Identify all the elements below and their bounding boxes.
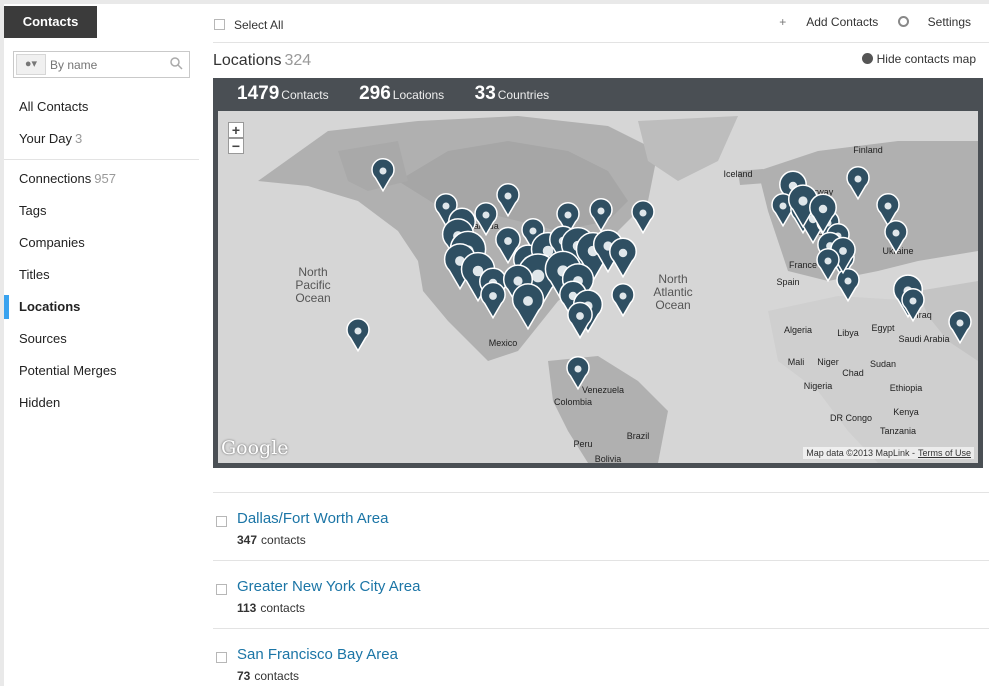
people-filter-button[interactable]: ●▾	[16, 54, 46, 75]
location-name-link[interactable]: Dallas/Fort Worth Area	[237, 510, 388, 527]
sidebar-nav-main: Connections 957 Tags Companies Titles Loc…	[4, 163, 199, 419]
sidebar-item-titles[interactable]: Titles	[4, 259, 199, 291]
toolbar: Select All + Add Contacts Settings	[213, 4, 989, 43]
stat-locations: 296 Locations	[359, 83, 445, 104]
settings-button[interactable]: Settings	[897, 15, 971, 29]
select-all-checkbox[interactable]	[214, 18, 225, 30]
map-label: Bolivia	[595, 454, 622, 463]
map-label: North Atlantic Ocean	[653, 272, 692, 312]
app-frame: Contacts ●▾ All Contacts Your Day3 Conne…	[4, 4, 989, 686]
row-checkbox[interactable]	[216, 516, 227, 527]
map-label: Mali	[788, 357, 805, 367]
toolbar-actions: + Add Contacts Settings	[763, 15, 971, 29]
map-label: Spain	[776, 277, 799, 287]
map-label: Tanzania	[880, 426, 916, 436]
map-zoom-control: + −	[228, 122, 244, 154]
map-label: Venezuela	[582, 385, 624, 395]
map-label: Niger	[817, 357, 839, 367]
row-checkbox[interactable]	[216, 584, 227, 595]
map-label: Sudan	[870, 359, 896, 369]
terms-of-use-link[interactable]: Terms of Use	[918, 448, 971, 458]
people-icon: ●▾	[24, 58, 38, 70]
map-label: Colombia	[554, 397, 592, 407]
world-map[interactable]: North Pacific Ocean North Atlantic Ocean Mexic…	[218, 111, 978, 463]
search-input[interactable]	[50, 55, 166, 74]
map-label: Finland	[853, 145, 883, 155]
sidebar-item-locations[interactable]: Locations	[4, 291, 199, 323]
sidebar-nav-top: All Contacts Your Day 3	[4, 91, 199, 155]
location-name-link[interactable]: San Francisco Bay Area	[237, 646, 398, 663]
locations-count: 324	[284, 52, 312, 69]
zoom-out-button[interactable]: −	[228, 138, 244, 154]
google-logo: Google	[221, 437, 289, 459]
map-label: DR Congo	[830, 413, 872, 423]
map-label: North Pacific Ocean	[295, 265, 330, 305]
map-label: Nigeria	[804, 381, 833, 391]
sidebar-item-your-day[interactable]: Your Day 3	[4, 123, 199, 155]
select-all[interactable]: Select All	[214, 18, 283, 32]
sidebar-item-count: 3	[75, 131, 83, 146]
stat-countries: 33 Countries	[474, 83, 550, 104]
map-label: Ethiopia	[890, 383, 923, 393]
map-label: Mexico	[489, 338, 518, 348]
zoom-in-button[interactable]: +	[228, 122, 244, 138]
list-item[interactable]: Dallas/Fort Worth Area 347 contacts	[213, 492, 989, 560]
hide-map-link[interactable]: Hide contacts map	[861, 52, 976, 66]
stat-contacts: 1479 Contacts	[237, 83, 329, 104]
map-attribution: Map data ©2013 MapLink - Terms of Use	[803, 447, 974, 459]
sidebar: Contacts ●▾ All Contacts Your Day3 Conne…	[4, 4, 199, 686]
list-item[interactable]: San Francisco Bay Area 73 contacts	[213, 628, 989, 686]
app-tab-contacts[interactable]: Contacts	[4, 6, 97, 38]
sidebar-item-companies[interactable]: Companies	[4, 227, 199, 259]
row-checkbox[interactable]	[216, 652, 227, 663]
plus-icon: +	[779, 15, 787, 29]
map-stats: 1479 Contacts 296 Locations 33 Countries	[237, 83, 575, 109]
sidebar-divider	[4, 159, 199, 160]
sidebar-item-all-contacts[interactable]: All Contacts	[4, 91, 199, 123]
map-label: France	[789, 260, 817, 270]
contacts-map-panel: 1479Contacts 296Locations 33Countries	[213, 78, 983, 468]
map-label: Iceland	[723, 169, 752, 179]
list-item[interactable]: Greater New York City Area 113 contacts	[213, 560, 989, 628]
map-label: Brazil	[627, 431, 650, 441]
sidebar-item-count: 957	[94, 171, 116, 186]
location-contact-count: 73 contacts	[237, 669, 300, 683]
locations-list: Dallas/Fort Worth Area 347 contacts Great…	[213, 492, 989, 686]
search-box: ●▾	[13, 51, 190, 78]
sidebar-item-potential-merges[interactable]: Potential Merges	[4, 355, 199, 387]
main-content: Select All + Add Contacts Settings Locati…	[213, 4, 989, 686]
page-title: Locations 324	[213, 52, 312, 69]
search-icon[interactable]	[170, 57, 183, 70]
map-label: Egypt	[871, 323, 895, 333]
sidebar-item-sources[interactable]: Sources	[4, 323, 199, 355]
map-label: Peru	[573, 439, 592, 449]
gear-icon	[897, 16, 909, 27]
map-label: Algeria	[784, 325, 812, 335]
map-label: Kenya	[893, 407, 919, 417]
map-canvas[interactable]: North Pacific Ocean North Atlantic Ocean Mexic…	[218, 111, 978, 463]
sidebar-item-hidden[interactable]: Hidden	[4, 387, 199, 419]
location-contact-count: 113 contacts	[237, 601, 306, 615]
add-contacts-button[interactable]: + Add Contacts	[779, 15, 878, 29]
sidebar-item-tags[interactable]: Tags	[4, 195, 199, 227]
sidebar-item-connections[interactable]: Connections 957	[4, 163, 199, 195]
globe-icon	[861, 53, 873, 64]
map-label: Chad	[842, 368, 864, 378]
map-label: Saudi Arabia	[898, 334, 949, 344]
location-contact-count: 347 contacts	[237, 533, 306, 547]
map-label: Libya	[837, 328, 859, 338]
location-name-link[interactable]: Greater New York City Area	[237, 578, 420, 595]
